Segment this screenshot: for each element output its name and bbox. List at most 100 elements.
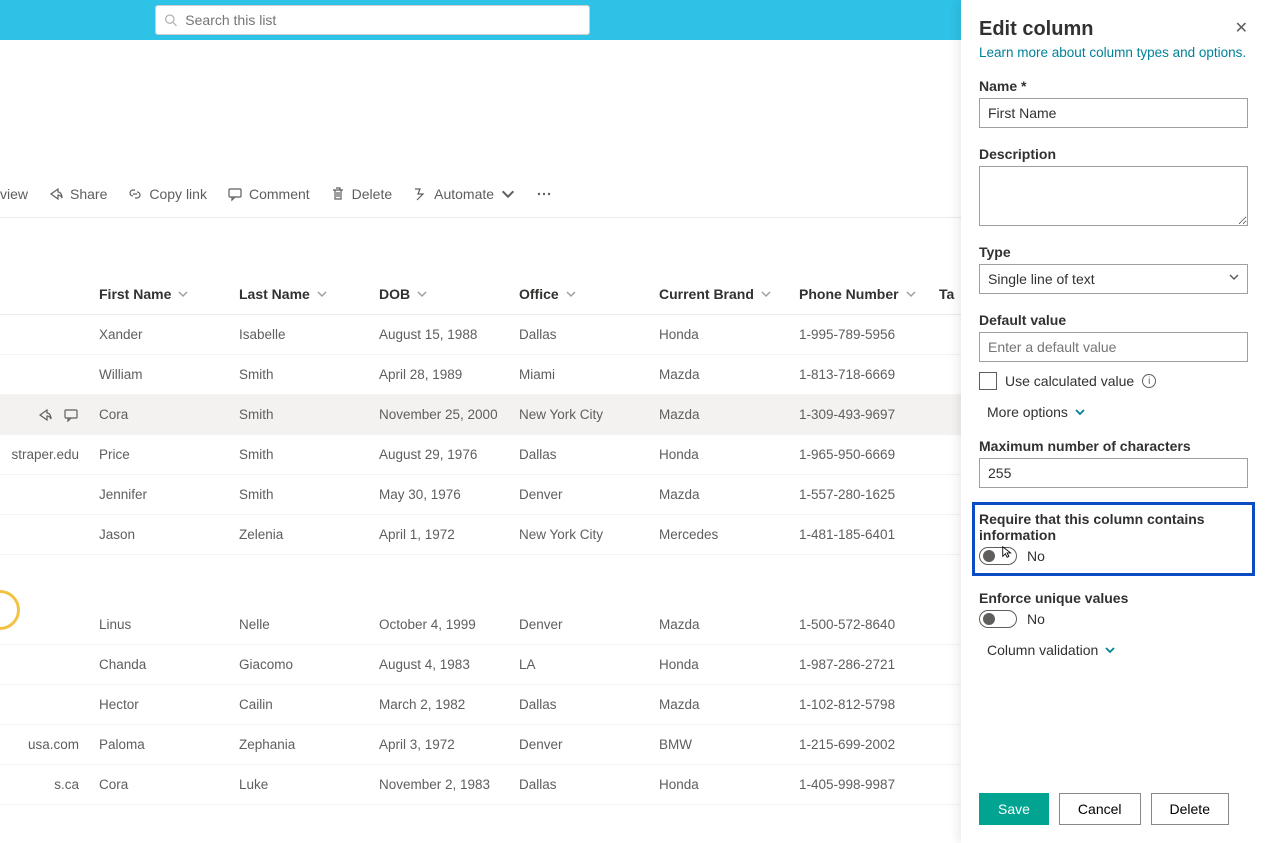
hdr-last-name[interactable]: Last Name xyxy=(239,286,379,302)
max-chars-label: Maximum number of characters xyxy=(979,438,1248,454)
save-button[interactable]: Save xyxy=(979,793,1049,825)
unique-values-label: Enforce unique values xyxy=(979,590,1248,606)
cell-office: Dallas xyxy=(519,447,659,462)
cell-last: Smith xyxy=(239,407,379,422)
cell-first: Xander xyxy=(99,327,239,342)
chevron-down-icon xyxy=(1104,644,1116,656)
type-select[interactable] xyxy=(979,264,1248,294)
cancel-button[interactable]: Cancel xyxy=(1059,793,1141,825)
cell-brand: Mazda xyxy=(659,367,799,382)
cell-phone: 1-102-812-5798 xyxy=(799,697,939,712)
hdr-phone[interactable]: Phone Number xyxy=(799,286,939,302)
row-action-icons xyxy=(0,407,99,423)
cell-first: William xyxy=(99,367,239,382)
cmd-copy-link[interactable]: Copy link xyxy=(127,186,207,202)
search-input[interactable] xyxy=(185,12,581,28)
require-info-label: Require that this column contains inform… xyxy=(979,511,1248,543)
cell-last: Luke xyxy=(239,777,379,792)
cell-office: New York City xyxy=(519,527,659,542)
cmd-automate[interactable]: Automate xyxy=(412,186,516,202)
cell-dob: November 25, 2000 xyxy=(379,407,519,422)
cmd-view[interactable]: view xyxy=(0,186,28,202)
cell-brand: Honda xyxy=(659,777,799,792)
cell-last: Isabelle xyxy=(239,327,379,342)
cell-first: Cora xyxy=(99,407,239,422)
cell-first: Linus xyxy=(99,617,239,632)
lead-cell: usa.com xyxy=(0,737,99,752)
use-calculated-checkbox[interactable] xyxy=(979,372,997,390)
cell-brand: Mercedes xyxy=(659,527,799,542)
hdr-brand[interactable]: Current Brand xyxy=(659,286,799,302)
cell-last: Zephania xyxy=(239,737,379,752)
comment-icon[interactable] xyxy=(63,407,79,423)
lead-cell: s.ca xyxy=(0,777,99,792)
unique-values-value: No xyxy=(1027,611,1045,627)
flow-icon xyxy=(412,186,428,202)
cmd-copy-label: Copy link xyxy=(149,186,207,202)
chevron-down-icon xyxy=(416,288,428,300)
unique-values-toggle[interactable] xyxy=(979,610,1017,628)
cell-office: Denver xyxy=(519,617,659,632)
require-info-value: No xyxy=(1027,548,1045,564)
search-box[interactable] xyxy=(155,5,590,35)
cell-dob: August 15, 1988 xyxy=(379,327,519,342)
cell-last: Smith xyxy=(239,367,379,382)
hdr-first-name[interactable]: First Name xyxy=(99,286,239,302)
cell-brand: BMW xyxy=(659,737,799,752)
cmd-comment[interactable]: Comment xyxy=(227,186,310,202)
cell-phone: 1-500-572-8640 xyxy=(799,617,939,632)
cmd-share[interactable]: Share xyxy=(48,186,107,202)
panel-title: Edit column xyxy=(979,18,1093,41)
cell-brand: Honda xyxy=(659,657,799,672)
default-value-input[interactable] xyxy=(979,332,1248,362)
type-label: Type xyxy=(979,244,1248,260)
name-input[interactable] xyxy=(979,98,1248,128)
cell-office: Dallas xyxy=(519,327,659,342)
hdr-office[interactable]: Office xyxy=(519,286,659,302)
cell-first: Jason xyxy=(99,527,239,542)
cell-first: Hector xyxy=(99,697,239,712)
chevron-down-icon xyxy=(177,288,189,300)
cell-first: Cora xyxy=(99,777,239,792)
cmd-delete[interactable]: Delete xyxy=(330,186,392,202)
cell-office: LA xyxy=(519,657,659,672)
comment-icon xyxy=(227,186,243,202)
cell-phone: 1-987-286-2721 xyxy=(799,657,939,672)
info-icon[interactable]: i xyxy=(1142,374,1156,388)
chevron-down-icon xyxy=(316,288,328,300)
cell-brand: Mazda xyxy=(659,697,799,712)
cell-office: Miami xyxy=(519,367,659,382)
delete-button[interactable]: Delete xyxy=(1151,793,1229,825)
hdr-dob[interactable]: DOB xyxy=(379,286,519,302)
cell-brand: Mazda xyxy=(659,617,799,632)
more-options-toggle[interactable]: More options xyxy=(979,404,1248,420)
cmd-more[interactable] xyxy=(536,186,552,202)
unique-values-block: Enforce unique values No xyxy=(979,590,1248,628)
default-value-label: Default value xyxy=(979,312,1248,328)
description-textarea[interactable] xyxy=(979,166,1248,226)
panel-learn-more-link[interactable]: Learn more about column types and option… xyxy=(979,45,1248,60)
cell-dob: August 29, 1976 xyxy=(379,447,519,462)
max-chars-input[interactable] xyxy=(979,458,1248,488)
cell-first: Jennifer xyxy=(99,487,239,502)
cell-dob: November 2, 1983 xyxy=(379,777,519,792)
edit-column-panel: Edit column ✕ Learn more about column ty… xyxy=(961,0,1266,843)
lead-cell: straper.edu xyxy=(0,447,99,462)
close-icon[interactable]: ✕ xyxy=(1235,18,1248,38)
cell-dob: March 2, 1982 xyxy=(379,697,519,712)
share-icon xyxy=(48,186,64,202)
cell-last: Nelle xyxy=(239,617,379,632)
cmd-automate-label: Automate xyxy=(434,186,494,202)
cell-office: Dallas xyxy=(519,777,659,792)
cell-last: Smith xyxy=(239,487,379,502)
cell-last: Smith xyxy=(239,447,379,462)
cell-brand: Mazda xyxy=(659,487,799,502)
require-info-toggle[interactable] xyxy=(979,547,1017,565)
cell-dob: August 4, 1983 xyxy=(379,657,519,672)
cell-office: Denver xyxy=(519,487,659,502)
cell-phone: 1-557-280-1625 xyxy=(799,487,939,502)
cell-phone: 1-309-493-9697 xyxy=(799,407,939,422)
share-icon[interactable] xyxy=(37,407,53,423)
cell-phone: 1-813-718-6669 xyxy=(799,367,939,382)
column-validation-toggle[interactable]: Column validation xyxy=(979,642,1248,658)
